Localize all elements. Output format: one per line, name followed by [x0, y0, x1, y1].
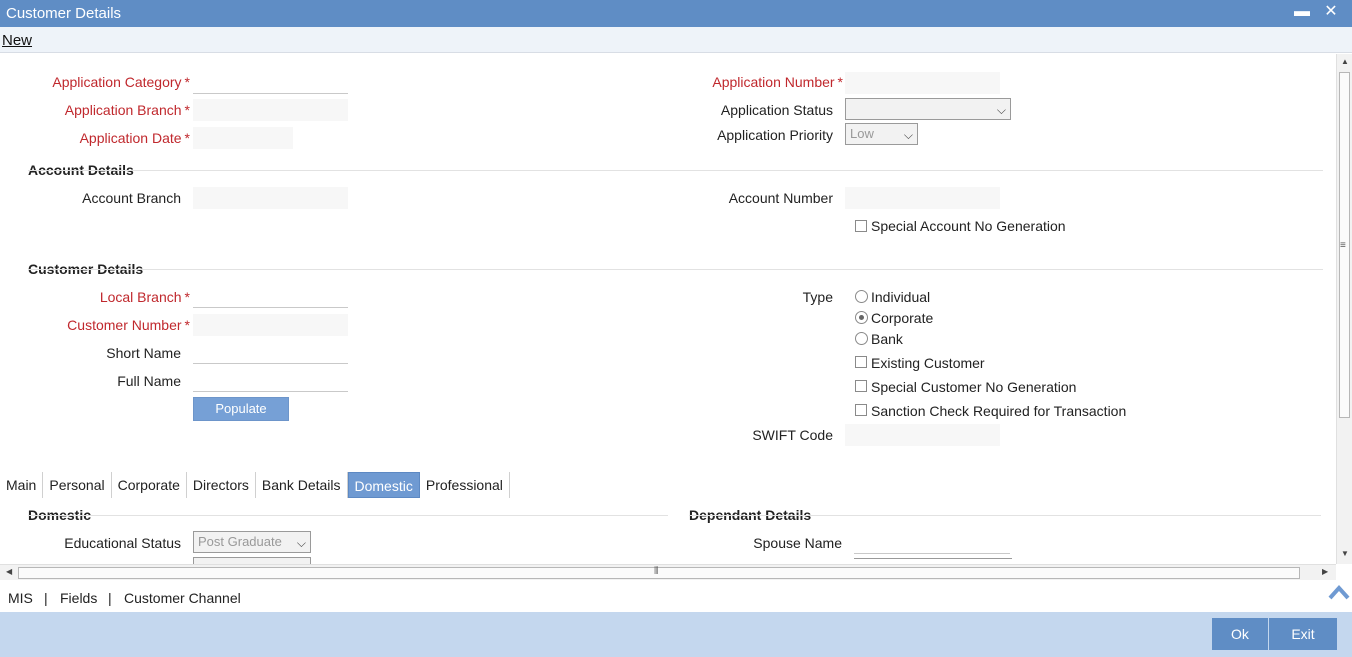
- spouse-name-label: Spouse Name: [753, 535, 842, 551]
- type-individual-radio[interactable]: [855, 290, 868, 303]
- sanction-check-checkbox[interactable]: [855, 404, 867, 416]
- account-number-label: Account Number: [728, 190, 833, 206]
- special-account-no-label: Special Account No Generation: [871, 218, 1066, 234]
- type-label: Type: [802, 289, 833, 305]
- bottom-links-bar: MIS | Fields | Customer Channel: [0, 580, 1352, 612]
- special-account-no-checkbox[interactable]: [855, 220, 867, 232]
- tab-corporate[interactable]: Corporate: [112, 472, 187, 498]
- spouse-name-field[interactable]: [854, 532, 1010, 554]
- chevron-down-icon: ⌵: [903, 128, 913, 142]
- scroll-left-icon[interactable]: ◀: [6, 567, 12, 576]
- populate-button[interactable]: Populate: [193, 397, 289, 421]
- link-separator: |: [108, 590, 112, 606]
- type-bank-label: Bank: [871, 331, 903, 347]
- window-title: Customer Details: [6, 5, 122, 22]
- section-divider: [28, 269, 1323, 270]
- short-name-label: Short Name: [106, 345, 181, 361]
- application-category-field[interactable]: [193, 72, 348, 94]
- ok-button[interactable]: Ok: [1212, 618, 1268, 650]
- application-status-label: Application Status: [720, 102, 833, 118]
- form-content: Application Category * Application Branch…: [0, 54, 1336, 564]
- type-corporate-radio[interactable]: [855, 311, 868, 324]
- swift-code-field[interactable]: [845, 424, 1000, 446]
- account-branch-field[interactable]: [193, 187, 348, 209]
- application-priority-value: Low: [850, 126, 874, 141]
- full-name-field[interactable]: [193, 370, 348, 392]
- application-priority-label: Application Priority: [717, 127, 833, 143]
- section-divider: [28, 515, 668, 516]
- chevron-down-icon: ⌵: [296, 536, 306, 550]
- tab-domestic[interactable]: Domestic: [347, 472, 420, 498]
- short-name-field[interactable]: [193, 342, 348, 364]
- type-bank-radio[interactable]: [855, 332, 868, 345]
- detail-tabs: Main Personal Corporate Directors Bank D…: [0, 472, 510, 498]
- exit-button[interactable]: Exit: [1269, 618, 1337, 650]
- chevron-up-icon[interactable]: [1327, 582, 1351, 602]
- mis-link[interactable]: MIS: [8, 590, 33, 606]
- educational-status-value: Post Graduate: [198, 534, 282, 549]
- account-branch-label: Account Branch: [82, 190, 181, 206]
- existing-customer-checkbox[interactable]: [855, 356, 867, 368]
- application-number-label: Application Number *: [712, 74, 843, 90]
- scroll-up-icon[interactable]: ▲: [1339, 57, 1351, 66]
- vertical-scrollbar[interactable]: ▲ ≡ ▼: [1336, 54, 1352, 564]
- section-divider: [28, 170, 1323, 171]
- scroll-down-icon[interactable]: ▼: [1339, 549, 1351, 558]
- application-category-label: Application Category *: [52, 74, 190, 90]
- account-number-field[interactable]: [845, 187, 1000, 209]
- educational-status-label: Educational Status: [64, 535, 181, 551]
- application-date-field[interactable]: [193, 127, 293, 149]
- application-branch-field[interactable]: [193, 99, 348, 121]
- special-customer-no-checkbox[interactable]: [855, 380, 867, 392]
- title-bar: Customer Details ▬ ✕: [0, 0, 1352, 27]
- application-priority-select[interactable]: Low ⌵: [845, 123, 918, 145]
- application-number-field[interactable]: [845, 72, 1000, 94]
- chevron-down-icon: ⌵: [996, 103, 1006, 117]
- menu-bar: New: [0, 27, 1352, 53]
- tab-main[interactable]: Main: [0, 472, 44, 498]
- local-branch-label: Local Branch *: [99, 289, 190, 305]
- link-separator: |: [44, 590, 48, 606]
- special-customer-no-label: Special Customer No Generation: [871, 379, 1077, 395]
- application-date-label: Application Date *: [79, 130, 190, 146]
- local-branch-field[interactable]: [193, 286, 348, 308]
- footer-bar: Ok Exit: [0, 612, 1352, 657]
- type-individual-label: Individual: [871, 289, 931, 305]
- application-status-select[interactable]: ⌵: [845, 98, 1011, 120]
- secondary-select[interactable]: [193, 557, 311, 564]
- section-divider: [689, 515, 1321, 516]
- tab-personal[interactable]: Personal: [43, 472, 112, 498]
- application-branch-label: Application Branch *: [64, 102, 190, 118]
- swift-code-label: SWIFT Code: [752, 427, 833, 443]
- fields-link[interactable]: Fields: [60, 590, 97, 606]
- existing-customer-label: Existing Customer: [871, 355, 985, 371]
- customer-number-field[interactable]: [193, 314, 348, 336]
- grip-icon: ⦀: [654, 566, 659, 577]
- customer-channel-link[interactable]: Customer Channel: [124, 590, 241, 606]
- scroll-right-icon[interactable]: ▶: [1322, 567, 1328, 576]
- tab-professional[interactable]: Professional: [420, 472, 510, 498]
- horizontal-scroll-thumb[interactable]: [18, 567, 1300, 579]
- sanction-check-label: Sanction Check Required for Transaction: [871, 403, 1127, 419]
- close-icon[interactable]: ✕: [1321, 2, 1341, 22]
- educational-status-select[interactable]: Post Graduate ⌵: [193, 531, 311, 553]
- customer-number-label: Customer Number *: [67, 317, 190, 333]
- tab-directors[interactable]: Directors: [187, 472, 256, 498]
- tab-bank-details[interactable]: Bank Details: [256, 472, 348, 498]
- full-name-label: Full Name: [117, 373, 181, 389]
- horizontal-scrollbar[interactable]: ◀ ⦀ ▶: [0, 564, 1336, 580]
- grip-icon: ≡: [1340, 240, 1346, 251]
- minimize-icon[interactable]: ▬: [1292, 2, 1312, 22]
- new-link[interactable]: New: [2, 32, 32, 49]
- type-corporate-label: Corporate: [871, 310, 934, 326]
